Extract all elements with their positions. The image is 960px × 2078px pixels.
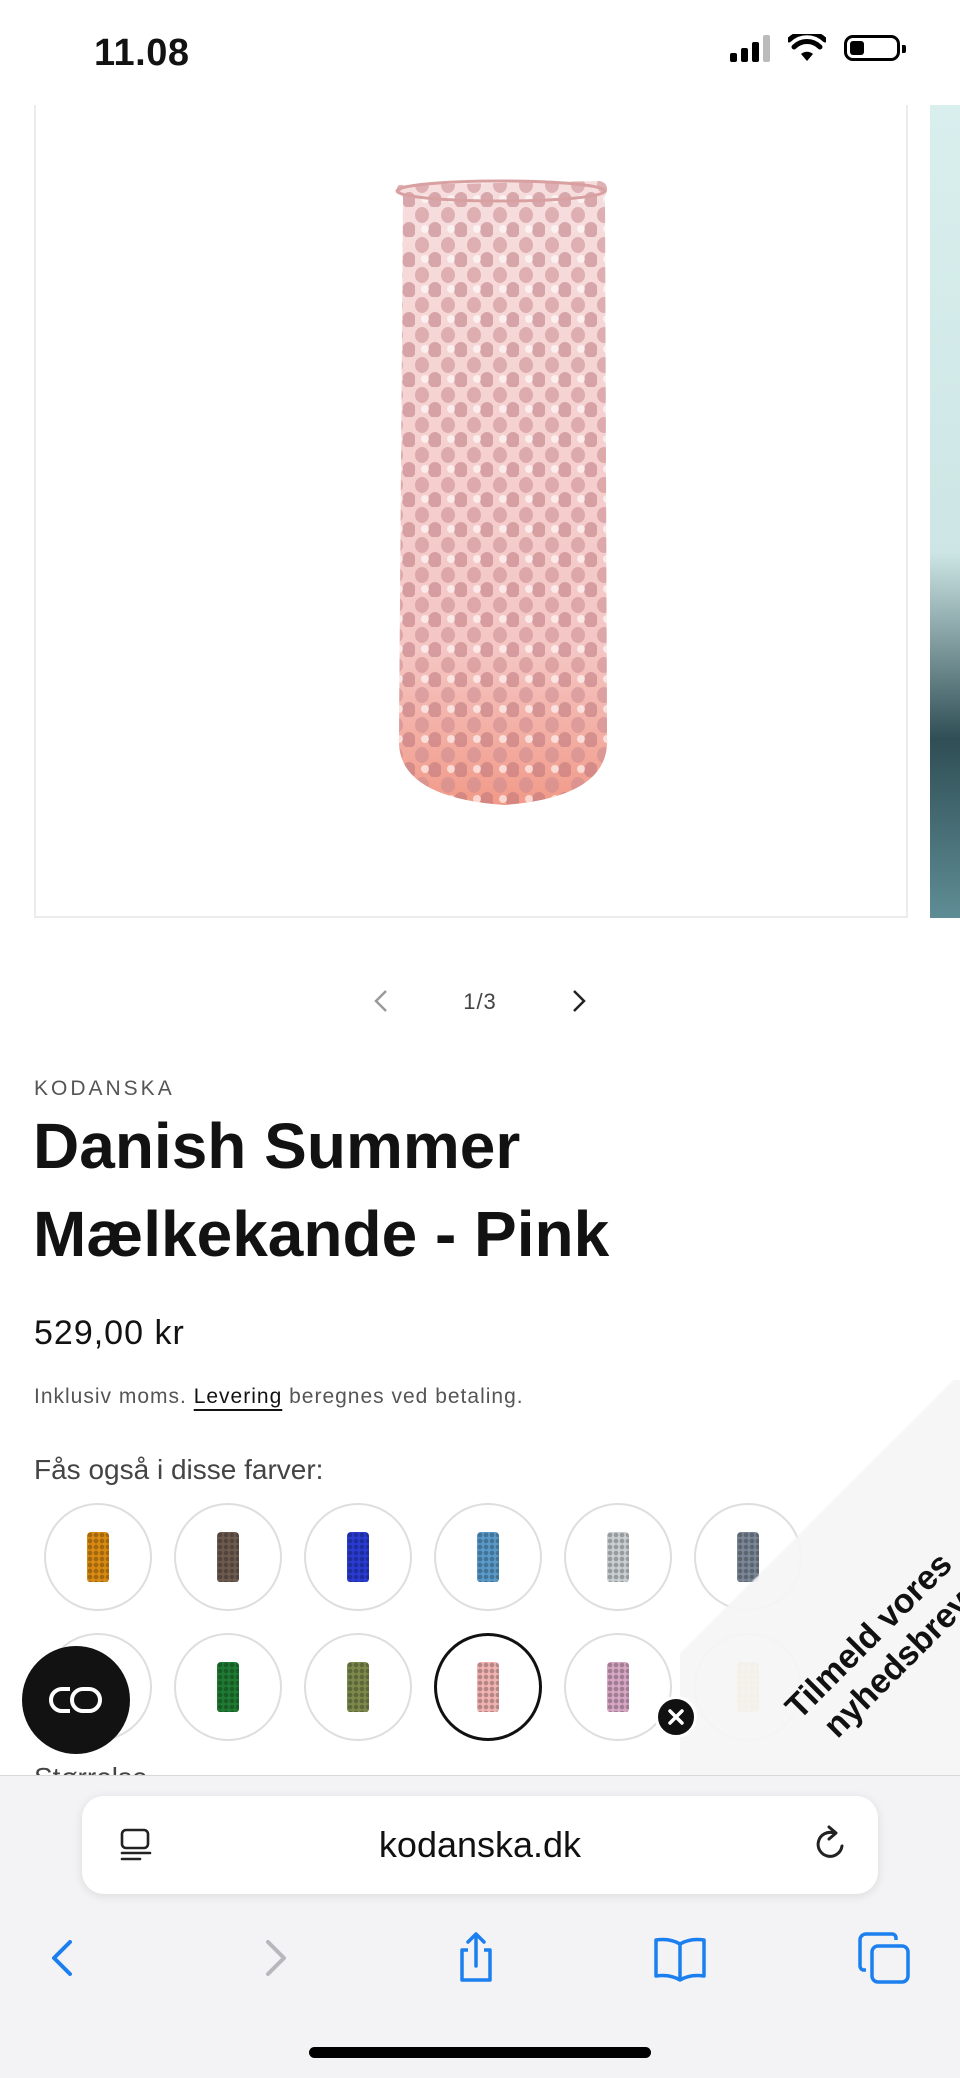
chevron-left-icon[interactable] bbox=[362, 981, 402, 1021]
colors-label: Fås også i disse farver: bbox=[34, 1454, 324, 1485]
slide-counter: 1/3 bbox=[463, 989, 497, 1014]
swatch-jug-icon bbox=[477, 1532, 499, 1582]
swatch-jug-icon bbox=[217, 1662, 239, 1712]
swatch-jug-icon bbox=[87, 1532, 109, 1582]
color-swatch-light-blue[interactable] bbox=[434, 1503, 542, 1611]
forward-icon[interactable] bbox=[246, 1930, 302, 1986]
product-vendor: KODANSKA bbox=[34, 1077, 175, 1100]
share-icon[interactable] bbox=[448, 1930, 504, 1986]
gallery-pager: 1/3 bbox=[0, 975, 960, 1031]
wifi-icon bbox=[788, 34, 826, 61]
tax-suffix: beregnes ved betaling. bbox=[282, 1385, 524, 1408]
tax-note: Inklusiv moms. Levering beregnes ved bet… bbox=[34, 1385, 524, 1409]
swatch-jug-icon bbox=[607, 1662, 629, 1712]
reload-icon[interactable] bbox=[810, 1824, 850, 1864]
color-swatch-green[interactable] bbox=[174, 1633, 282, 1741]
color-swatch-clear[interactable] bbox=[564, 1503, 672, 1611]
product-price: 529,00 kr bbox=[34, 1314, 185, 1352]
close-icon bbox=[668, 1709, 684, 1725]
swatch-jug-icon bbox=[217, 1532, 239, 1582]
address-bar[interactable]: kodanska.dk bbox=[82, 1796, 878, 1894]
swatch-jug-icon bbox=[347, 1662, 369, 1712]
status-time: 11.08 bbox=[94, 32, 190, 74]
newsletter-ribbon[interactable]: Tilmeld vores nyhedsbrev bbox=[680, 1380, 960, 1780]
chevron-right-icon[interactable] bbox=[558, 981, 598, 1021]
shipping-link[interactable]: Levering bbox=[194, 1385, 283, 1408]
cellular-signal-icon bbox=[730, 34, 770, 62]
swatch-jug-icon bbox=[347, 1532, 369, 1582]
browser-chrome: kodanska.dk bbox=[0, 1775, 960, 2078]
home-indicator bbox=[309, 2047, 651, 2058]
color-swatch-cobalt[interactable] bbox=[304, 1503, 412, 1611]
chat-button[interactable] bbox=[22, 1646, 130, 1754]
color-swatch-pink[interactable] bbox=[434, 1633, 542, 1741]
newsletter-close-button[interactable] bbox=[655, 1696, 697, 1738]
status-bar: 11.08 bbox=[0, 0, 960, 105]
tabs-icon[interactable] bbox=[856, 1930, 912, 1986]
swatch-jug-icon bbox=[607, 1532, 629, 1582]
tax-prefix: Inklusiv moms. bbox=[34, 1385, 194, 1408]
next-slide-peek[interactable] bbox=[930, 105, 960, 918]
battery-icon bbox=[844, 35, 906, 61]
browser-toolbar bbox=[0, 1924, 960, 1994]
product-image-slide[interactable] bbox=[34, 105, 908, 918]
swatch-jug-icon bbox=[477, 1662, 499, 1712]
product-gallery[interactable] bbox=[0, 105, 960, 920]
status-icons bbox=[730, 34, 906, 62]
url-text[interactable]: kodanska.dk bbox=[82, 1824, 878, 1866]
bookmarks-icon[interactable] bbox=[652, 1930, 708, 1986]
back-icon[interactable] bbox=[36, 1930, 92, 1986]
color-swatch-smoke[interactable] bbox=[174, 1503, 282, 1611]
color-swatch-olive[interactable] bbox=[304, 1633, 412, 1741]
product-image bbox=[395, 179, 608, 805]
color-swatch-amber[interactable] bbox=[44, 1503, 152, 1611]
chat-icon bbox=[49, 1687, 102, 1713]
product-title: Danish Summer Mælkekande - Pink bbox=[33, 1110, 610, 1270]
